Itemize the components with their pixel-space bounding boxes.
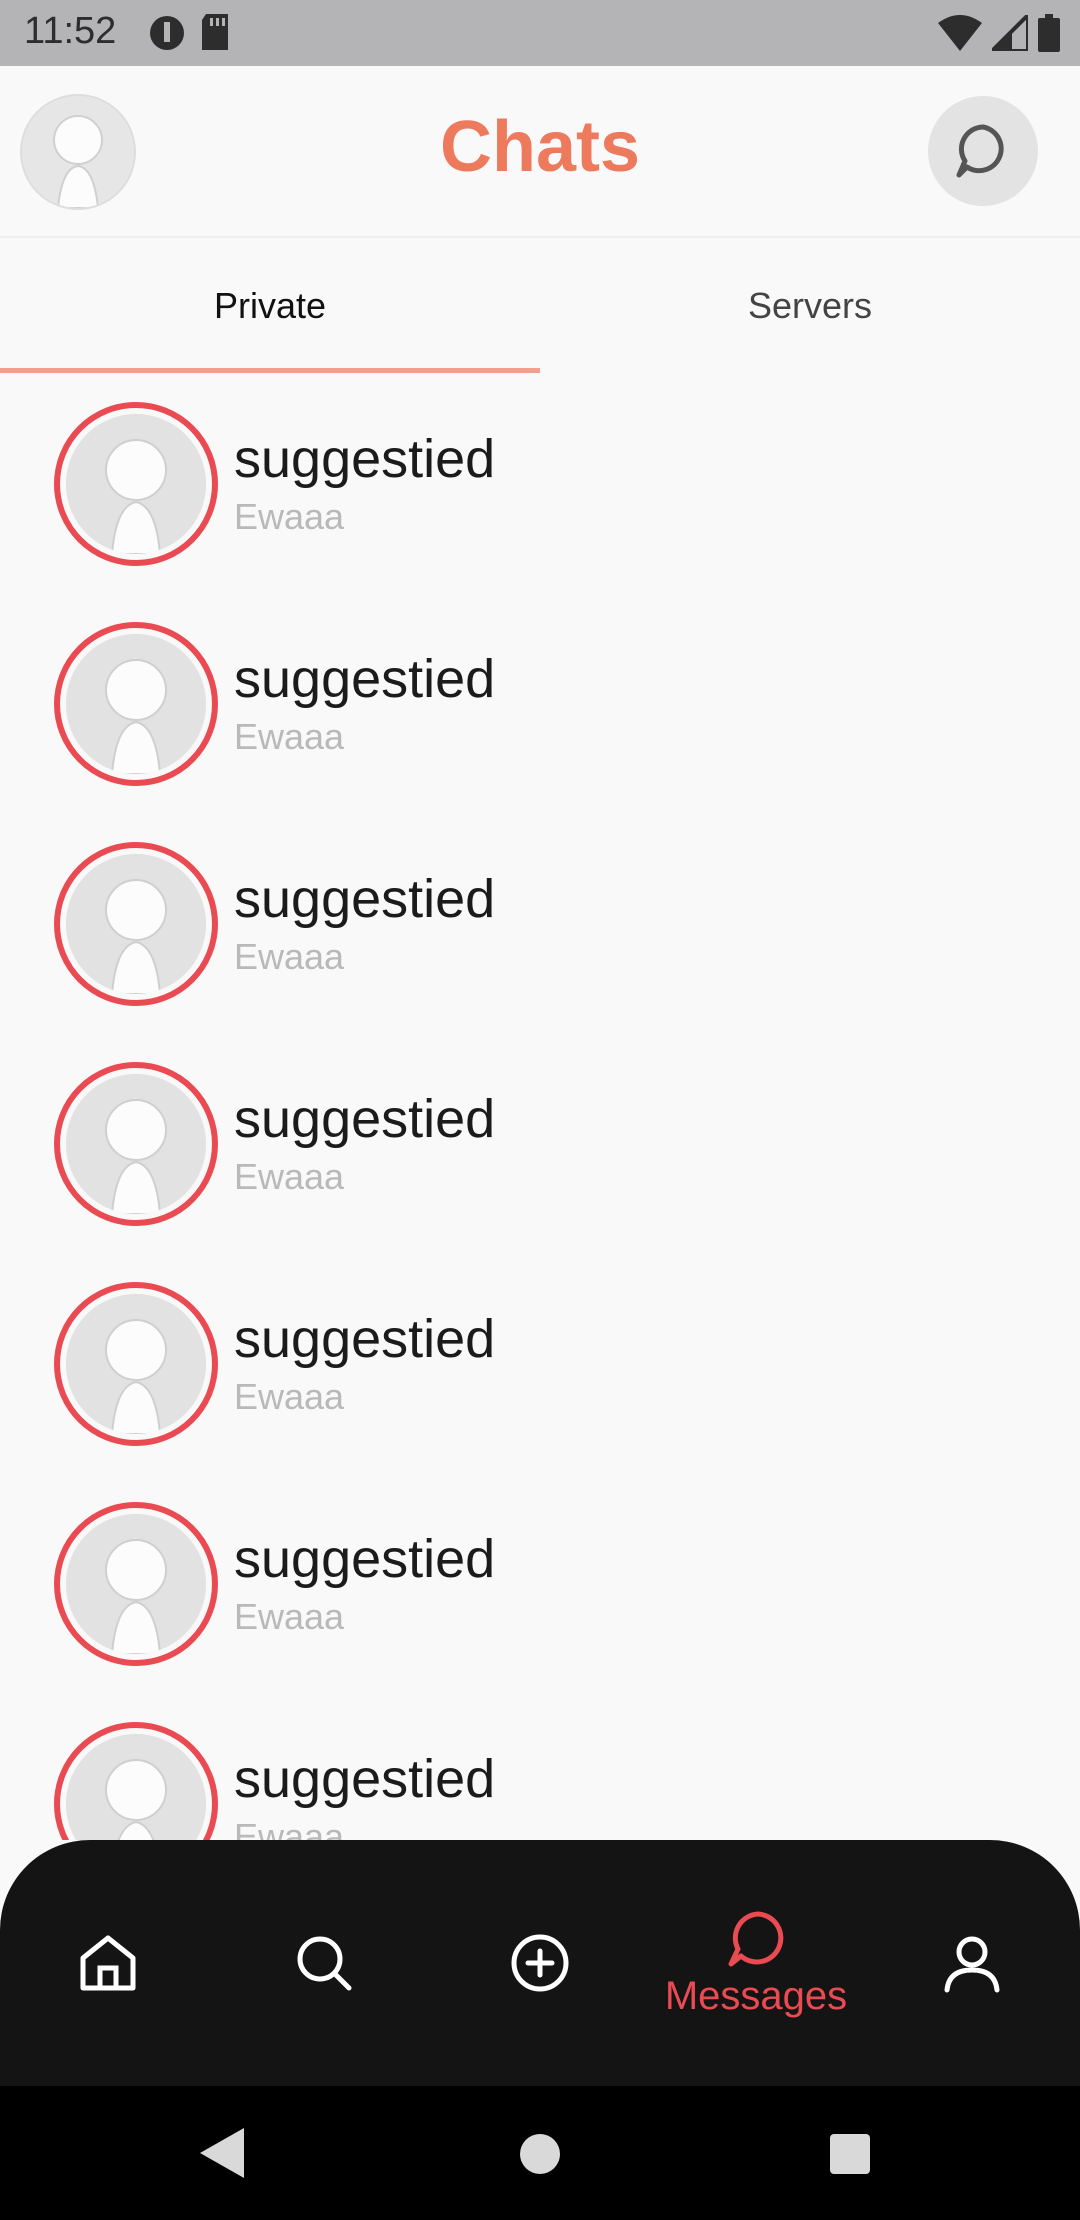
back-icon[interactable] [200,2128,244,2178]
user-icon [944,1936,1000,1993]
page-title: Chats [439,107,641,187]
search-icon [297,1936,352,1991]
chat-subtitle: Ewaaa [234,1816,345,1840]
list-item[interactable]: suggestied Ewaaa [0,376,1080,596]
chat-subtitle: Ewaaa [234,716,345,757]
avatar [54,842,218,1006]
nav-create[interactable] [432,1840,648,2086]
avatar [54,622,218,786]
avatar-figure-icon [66,1294,206,1434]
chat-tabs: Private Servers [0,238,1080,374]
chat-name: suggestied [234,429,496,489]
list-item[interactable]: suggestied Ewaaa [0,816,1080,1036]
chat-name: suggestied [234,1089,496,1149]
list-item[interactable]: suggestied Ewaaa [0,1036,1080,1256]
chat-list[interactable]: suggestied Ewaaa suggestied Ewaaa sugges… [0,376,1080,1840]
avatar-figure-icon [66,1074,206,1214]
app-header: Chats [0,66,1080,238]
list-item[interactable]: suggestied Ewaaa [0,596,1080,816]
chat-subtitle: Ewaaa [234,936,345,977]
home-icon [80,1935,136,1991]
nav-messages-label: Messages [664,1973,848,2018]
nav-home[interactable] [0,1840,216,2086]
tab-private[interactable]: Private [0,238,540,374]
avatar-figure-icon [66,1734,206,1840]
system-nav-bar [0,2086,1080,2220]
wifi-icon [938,15,982,51]
avatar-figure-icon [66,854,206,994]
chat-name: suggestied [234,1309,496,1369]
nav-messages[interactable]: Messages [648,1840,864,2086]
chat-name: suggestied [234,869,496,929]
home-button-icon[interactable] [520,2134,560,2174]
avatar [54,1282,218,1446]
avatar [54,1062,218,1226]
chat-subtitle: Ewaaa [234,1596,345,1637]
chat-bubble-icon [728,1911,784,1966]
list-item[interactable]: suggestied Ewaaa [0,1476,1080,1696]
bottom-nav: Messages [0,1840,1080,2086]
sd-card-icon [202,14,228,50]
recents-icon[interactable] [830,2134,870,2174]
avatar-figure-icon [66,1514,206,1654]
avatar-figure-icon [66,634,206,774]
avatar [54,1722,218,1840]
avatar [54,1502,218,1666]
active-tab-indicator [0,368,540,373]
chat-name: suggestied [234,649,496,709]
nav-profile[interactable] [864,1840,1080,2086]
list-item[interactable]: suggestied Ewaaa [0,1696,1080,1840]
signal-icon [992,15,1028,51]
chat-bubble-icon [956,124,1004,178]
chat-subtitle: Ewaaa [234,496,345,537]
add-circle-icon [511,1934,569,1992]
chat-subtitle: Ewaaa [234,1156,345,1197]
nav-search[interactable] [216,1840,432,2086]
avatar [54,402,218,566]
list-item[interactable]: suggestied Ewaaa [0,1256,1080,1476]
status-time: 11:52 [24,10,117,52]
tab-servers[interactable]: Servers [540,238,1080,374]
chat-subtitle: Ewaaa [234,1376,345,1417]
battery-icon [1038,14,1060,52]
chat-name: suggestied [234,1529,496,1589]
notification-icon [150,16,184,50]
new-chat-button[interactable] [928,96,1038,206]
status-bar: 11:52 [0,0,1080,66]
chat-name: suggestied [234,1749,496,1809]
avatar-figure-icon [66,414,206,554]
